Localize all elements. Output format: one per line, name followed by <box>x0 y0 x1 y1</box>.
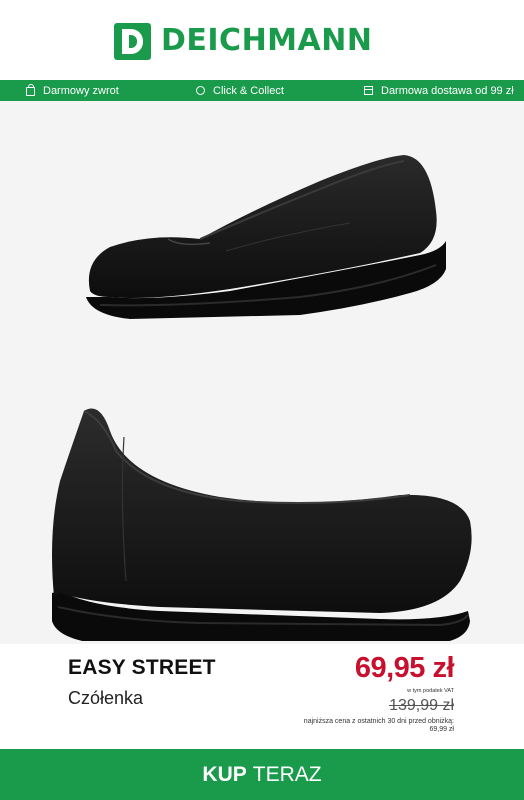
shopping-bag-icon <box>26 84 35 96</box>
product-info: EASY STREET Czółenka 69,95 zł w tym poda… <box>0 644 524 733</box>
shoe-side-view-image <box>86 155 446 319</box>
logo-text: DEICHMANN <box>161 23 373 58</box>
shoe-inner-side-image <box>52 408 472 641</box>
buy-now-label-rest: TERAZ <box>252 762 322 786</box>
product-old-price: 139,99 zł <box>389 697 454 714</box>
header: DEICHMANN <box>0 0 524 80</box>
product-brand[interactable]: EASY STREET <box>68 656 216 680</box>
service-item-click-collect[interactable]: Click & Collect <box>196 80 284 101</box>
delivery-box-icon <box>364 86 373 95</box>
logo-d-mark <box>114 22 151 60</box>
buy-now-label-bold: KUP <box>202 762 247 786</box>
location-pin-icon <box>196 86 205 95</box>
service-item-free-delivery[interactable]: Darmowa dostawa od 99 zł <box>364 80 514 101</box>
service-item-label: Darmowa dostawa od 99 zł <box>381 84 514 97</box>
lowest-price-value: 69,99 zł <box>429 726 454 733</box>
service-bar: Darmowy zwrot Click & Collect Darmowa do… <box>0 80 524 101</box>
lowest-price-label: najniższa cena z ostatnich 30 dni przed … <box>303 718 454 725</box>
product-category: Czółenka <box>68 688 144 708</box>
service-item-label: Darmowy zwrot <box>43 84 119 97</box>
vat-note: w tym podatek VAT <box>407 688 454 694</box>
product-price: 69,95 zł <box>354 652 455 684</box>
product-image-area[interactable] <box>0 101 524 644</box>
service-item-label: Click & Collect <box>213 84 284 97</box>
deichmann-logo[interactable]: DEICHMANN <box>114 22 372 60</box>
buy-now-button[interactable]: KUP TERAZ <box>0 749 524 800</box>
service-item-free-return[interactable]: Darmowy zwrot <box>26 80 119 101</box>
